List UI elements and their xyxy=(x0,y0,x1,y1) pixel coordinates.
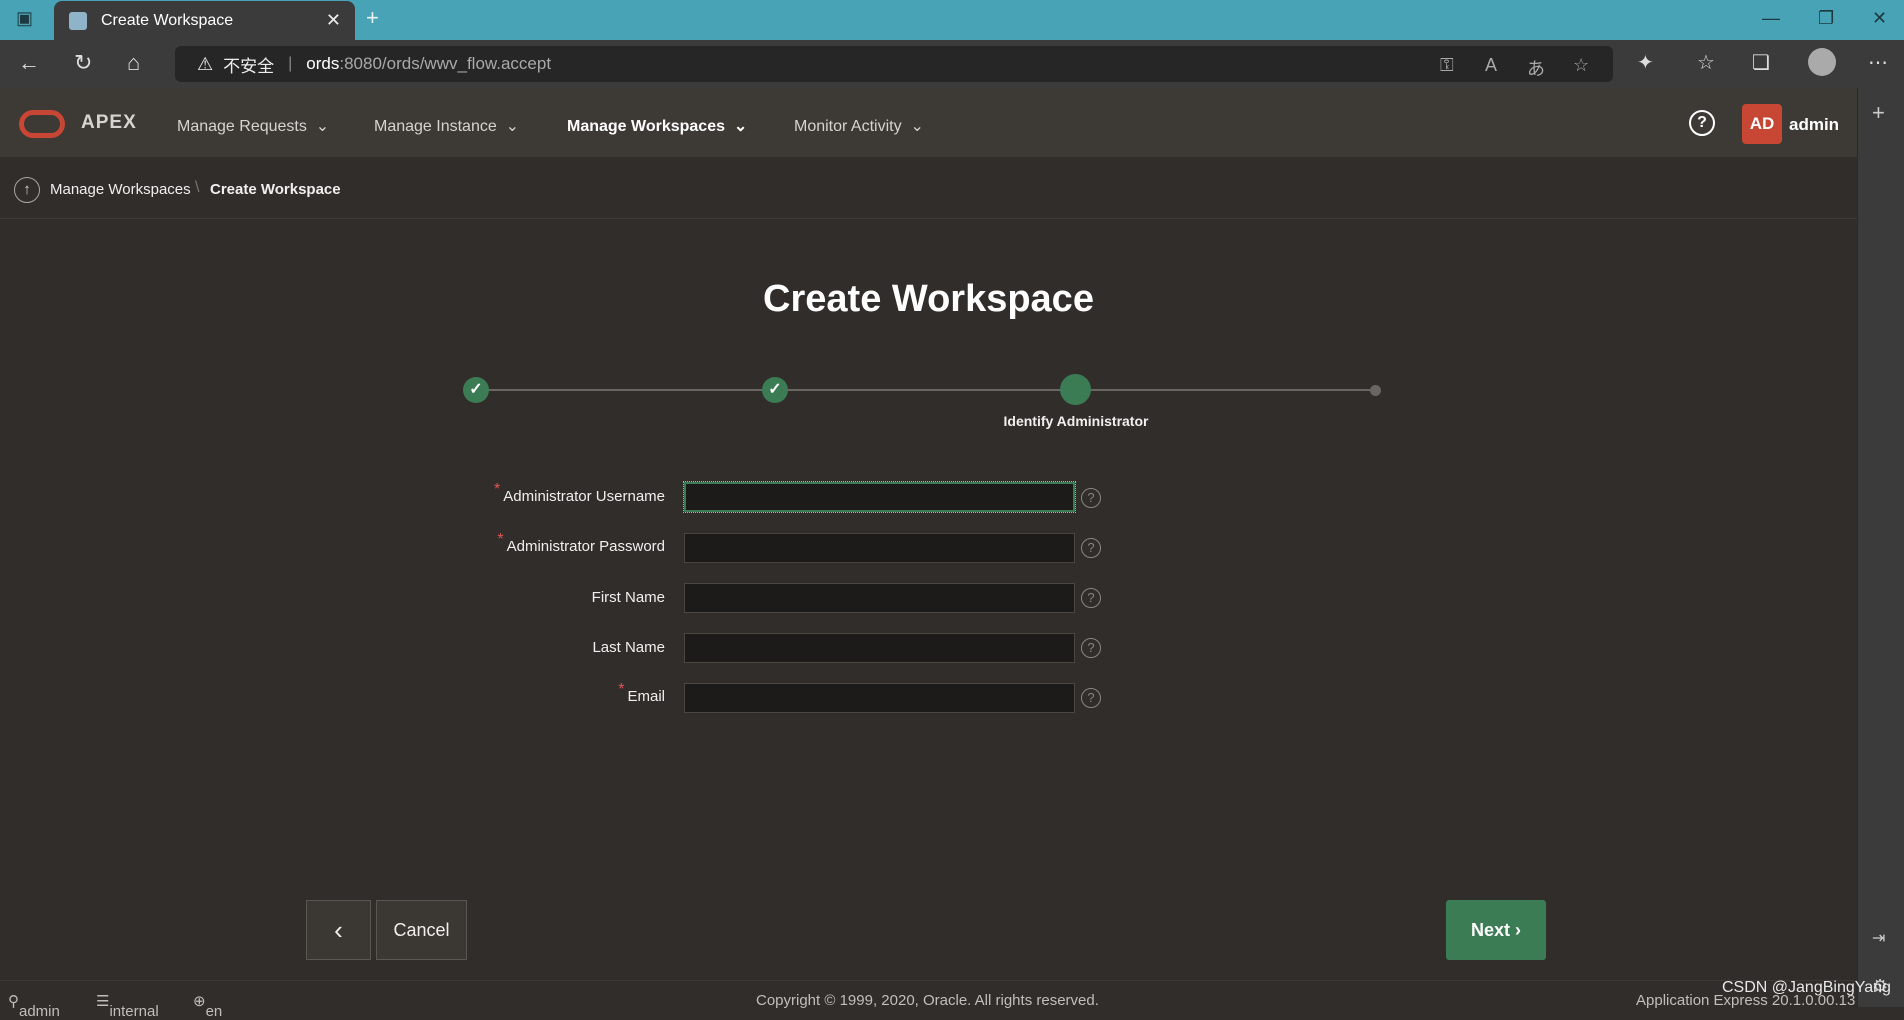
chevron-right-icon: › xyxy=(1515,920,1522,940)
key-icon[interactable]: ⚿ xyxy=(1440,55,1454,76)
oracle-logo-icon[interactable] xyxy=(19,110,65,138)
last-name-input[interactable] xyxy=(684,633,1075,663)
step-3-current xyxy=(1060,374,1091,405)
avatar[interactable]: AD xyxy=(1742,104,1782,144)
step-2-complete-check-icon: ✓ xyxy=(762,377,788,403)
previous-button[interactable]: ‹ xyxy=(306,900,371,960)
required-marker: * xyxy=(494,481,501,498)
home-icon[interactable]: ⌂ xyxy=(127,50,140,76)
close-tab-icon[interactable]: ✕ xyxy=(326,10,341,31)
close-window-icon[interactable]: ✕ xyxy=(1872,8,1887,29)
refresh-icon[interactable]: ↻ xyxy=(74,50,92,76)
add-sidebar-icon[interactable]: + xyxy=(1872,100,1885,126)
restore-icon[interactable]: ❐ xyxy=(1818,8,1834,29)
required-marker: * xyxy=(618,681,625,698)
user-name[interactable]: admin xyxy=(1789,115,1839,135)
email-input[interactable] xyxy=(684,683,1075,713)
help-icon[interactable]: ? xyxy=(1689,110,1715,136)
tab-title: Create Workspace xyxy=(101,11,234,29)
warning-icon: ⚠ xyxy=(197,53,214,74)
menu-manage-instance[interactable]: Manage Instance ⌄ xyxy=(374,116,519,136)
tab-actions-icon[interactable]: ▣ xyxy=(16,8,33,29)
url-path: :8080/ords/wwv_flow.accept xyxy=(339,54,552,73)
extensions-icon[interactable]: ✦ xyxy=(1637,50,1654,75)
page-title: Create Workspace xyxy=(763,278,1094,320)
admin-username-label: * Administrator Username xyxy=(494,481,665,505)
current-step-label: Identify Administrator xyxy=(1003,413,1149,429)
watermark: CSDN @JangBingYang xyxy=(1722,979,1891,996)
next-button[interactable]: Next › xyxy=(1446,900,1546,960)
first-name-input[interactable] xyxy=(684,583,1075,613)
menu-manage-workspaces[interactable]: Manage Workspaces ⌄ xyxy=(567,116,747,136)
required-marker: * xyxy=(497,531,504,548)
translate-icon[interactable]: あ xyxy=(1527,55,1545,81)
help-last-name-icon[interactable]: ? xyxy=(1081,638,1101,658)
last-name-label: Last Name xyxy=(592,639,665,656)
menu-monitor-activity[interactable]: Monitor Activity ⌄ xyxy=(794,116,924,136)
footer-copyright: Copyright © 1999, 2020, Oracle. All righ… xyxy=(756,992,1099,1009)
add-favorite-icon[interactable]: ☆ xyxy=(1573,55,1589,76)
address-separator: | xyxy=(288,55,293,72)
address-bar[interactable]: ⚠ 不安全 | ords :8080/ords/wwv_flow.accept … xyxy=(175,46,1613,82)
breadcrumb-parent[interactable]: Manage Workspaces xyxy=(50,181,191,198)
profile-icon[interactable] xyxy=(1808,48,1836,76)
cancel-button[interactable]: Cancel xyxy=(376,900,467,960)
minimize-icon[interactable]: — xyxy=(1762,8,1780,29)
browser-tab-strip: ▣ Create Workspace ✕ + — ❐ ✕ xyxy=(0,0,1904,40)
read-aloud-icon[interactable]: A xyxy=(1485,55,1497,76)
help-username-icon[interactable]: ? xyxy=(1081,488,1101,508)
apex-brand[interactable]: APEX xyxy=(81,112,137,134)
footer-schema: ☰ internal xyxy=(96,993,159,1020)
address-toolbar: ← ↻ ⌂ ⚠ 不安全 | ords :8080/ords/wwv_flow.a… xyxy=(0,40,1904,88)
wizard-progress-line xyxy=(476,389,1376,391)
footer-user: ⚲ admin xyxy=(8,993,60,1020)
help-first-name-icon[interactable]: ? xyxy=(1081,588,1101,608)
help-password-icon[interactable]: ? xyxy=(1081,538,1101,558)
more-icon[interactable]: ⋯ xyxy=(1868,50,1888,75)
footer-language[interactable]: ⊕ en xyxy=(193,992,222,1020)
insecure-label: 不安全 xyxy=(223,56,275,76)
breadcrumb: ↑ Manage Workspaces \ Create Workspace xyxy=(0,157,1857,219)
step-1-complete-check-icon: ✓ xyxy=(463,377,489,403)
new-tab-button[interactable]: + xyxy=(366,5,379,31)
first-name-label: First Name xyxy=(591,589,665,606)
apex-favicon-icon xyxy=(69,11,87,30)
help-email-icon[interactable]: ? xyxy=(1081,688,1101,708)
apex-header: APEX Manage Requests ⌄ Manage Instance ⌄… xyxy=(0,88,1857,157)
footer: ⚲ admin ☰ internal ⊕ en Copyright © 1999… xyxy=(0,980,1857,1020)
browser-tab[interactable]: Create Workspace ✕ xyxy=(54,1,355,40)
collections-icon[interactable]: ❏ xyxy=(1752,50,1770,75)
url-host: ords xyxy=(306,54,340,73)
arrow-up-icon[interactable]: ↑ xyxy=(14,177,40,203)
admin-username-input[interactable] xyxy=(683,481,1076,513)
step-4-pending xyxy=(1370,385,1381,396)
breadcrumb-current: Create Workspace xyxy=(210,181,341,198)
admin-password-input[interactable] xyxy=(684,533,1075,563)
back-icon[interactable]: ← xyxy=(18,50,40,76)
admin-password-label: * Administrator Password xyxy=(497,531,665,555)
breadcrumb-separator: \ xyxy=(195,179,200,196)
favorites-icon[interactable]: ☆ xyxy=(1697,50,1715,75)
menu-manage-requests[interactable]: Manage Requests ⌄ xyxy=(177,116,329,136)
browser-sidebar: + ⇥ ⚙ xyxy=(1857,88,1904,1007)
email-label: * Email xyxy=(618,681,665,705)
hide-sidebar-icon[interactable]: ⇥ xyxy=(1872,928,1885,948)
